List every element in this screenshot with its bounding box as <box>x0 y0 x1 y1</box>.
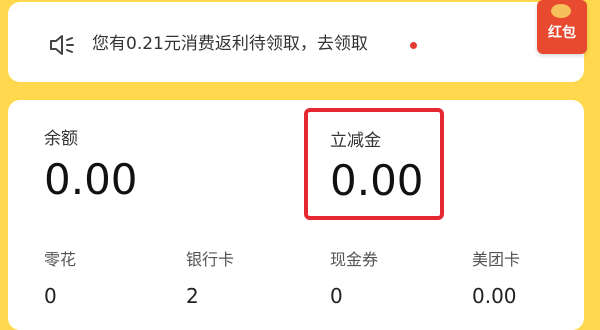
balance-value: 0.00 <box>44 155 138 204</box>
asset-value: 2 <box>186 284 199 308</box>
highlight-box <box>304 108 444 220</box>
rebate-notice-bar[interactable]: 您有0.21元消费返利待领取，去领取 <box>8 2 584 82</box>
asset-label: 现金券 <box>330 250 379 269</box>
red-packet-button[interactable]: 红包 <box>537 0 587 54</box>
asset-label: 美团卡 <box>472 250 521 269</box>
asset-label: 银行卡 <box>186 250 235 269</box>
asset-label: 零花 <box>44 250 77 269</box>
balance-label: 余额 <box>44 129 78 149</box>
asset-value: 0 <box>44 284 57 308</box>
coin-icon <box>551 4 571 18</box>
notification-dot <box>410 42 417 49</box>
speaker-icon <box>50 35 74 55</box>
rebate-notice-text[interactable]: 您有0.21元消费返利待领取，去领取 <box>92 32 368 56</box>
asset-value: 0.00 <box>472 284 517 308</box>
asset-value: 0 <box>330 284 343 308</box>
red-packet-label: 红包 <box>548 25 576 41</box>
